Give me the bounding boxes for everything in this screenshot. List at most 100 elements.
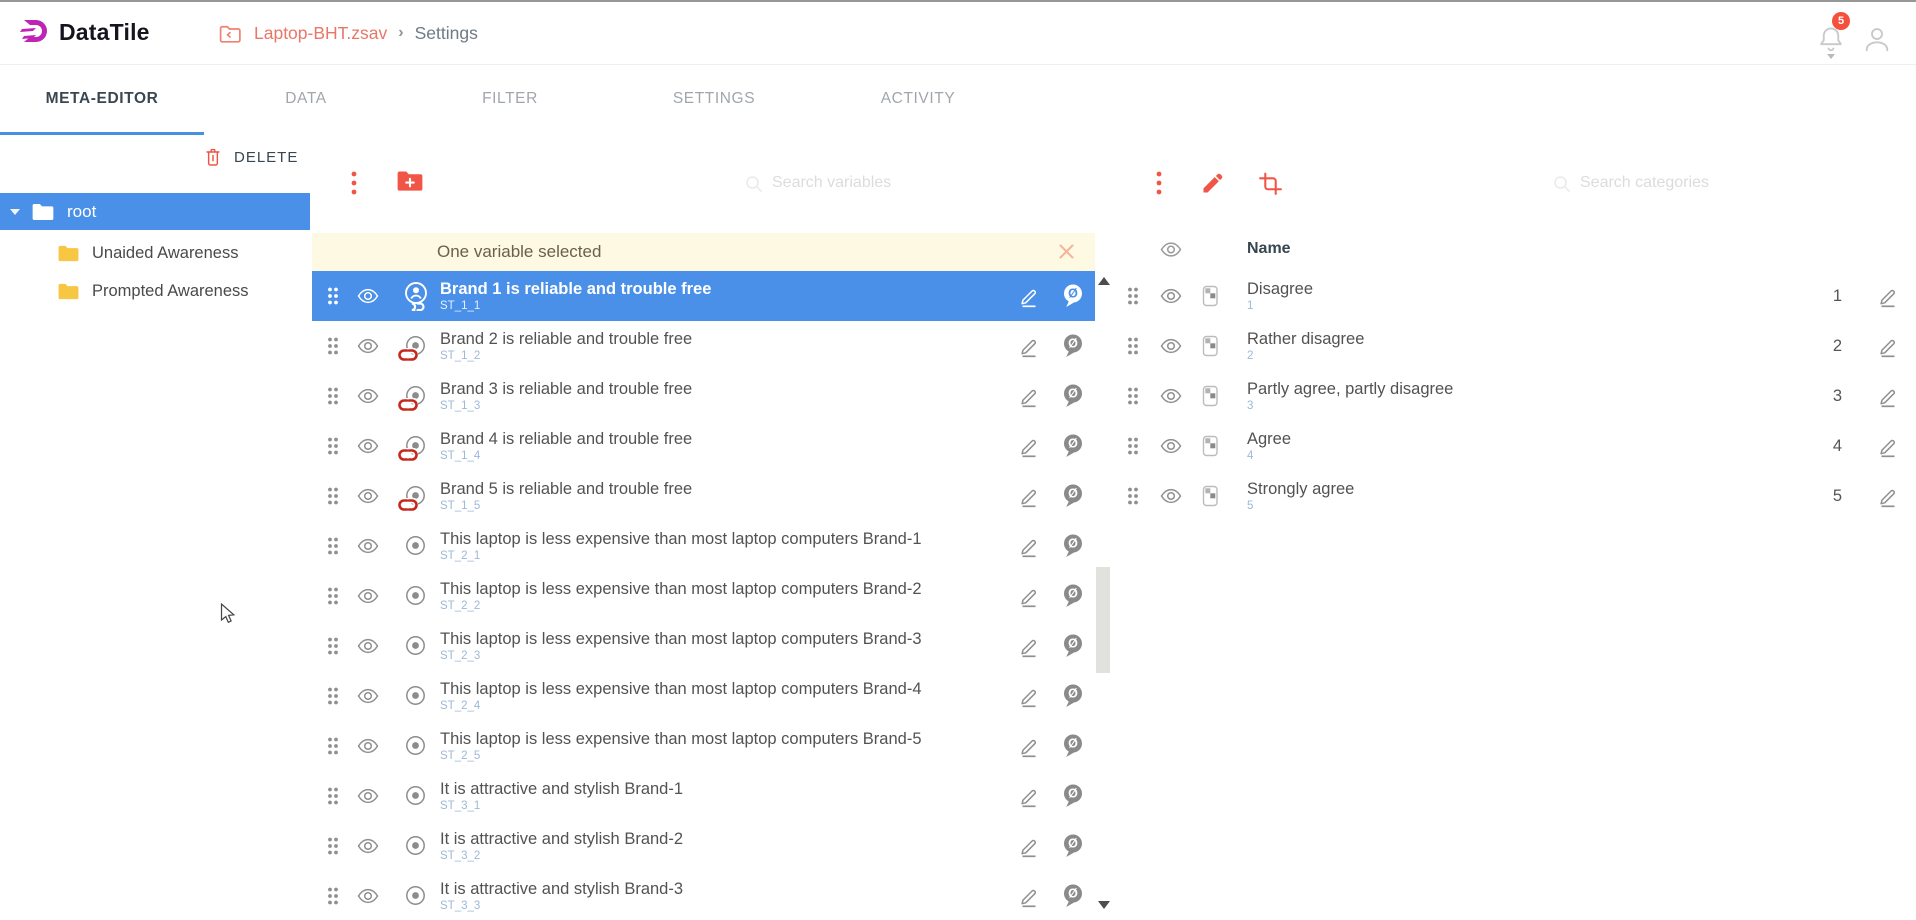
missing-values-icon[interactable]: Ø xyxy=(1063,784,1083,808)
tree-item-root[interactable]: root xyxy=(0,193,310,230)
visibility-eye-icon[interactable] xyxy=(357,388,379,405)
missing-values-icon[interactable]: Ø xyxy=(1063,334,1083,358)
category-row[interactable]: Rather disagree 2 2 xyxy=(1113,321,1916,371)
search-variables-input[interactable] xyxy=(770,166,1054,200)
visibility-eye-icon[interactable] xyxy=(1160,438,1182,455)
variable-row[interactable]: Brand 2 is reliable and trouble free ST_… xyxy=(312,321,1095,371)
category-pattern-icon[interactable] xyxy=(1198,383,1222,409)
visibility-eye-icon[interactable] xyxy=(357,788,379,805)
category-row[interactable]: Agree 4 4 xyxy=(1113,421,1916,471)
category-pattern-icon[interactable] xyxy=(1198,333,1222,359)
category-pattern-icon[interactable] xyxy=(1198,283,1222,309)
visibility-eye-icon[interactable] xyxy=(357,538,379,555)
variable-row[interactable]: This laptop is less expensive than most … xyxy=(312,721,1095,771)
drag-handle-icon[interactable] xyxy=(327,437,339,456)
edit-pencil-icon[interactable] xyxy=(1878,435,1898,458)
visibility-eye-icon[interactable] xyxy=(1160,288,1182,305)
category-row[interactable]: Strongly agree 5 5 xyxy=(1113,471,1916,521)
drag-handle-icon[interactable] xyxy=(1127,287,1139,306)
edit-pencil-icon[interactable] xyxy=(1878,485,1898,508)
tab-data[interactable]: DATA xyxy=(204,62,408,135)
edit-pencil-icon[interactable] xyxy=(1019,885,1039,908)
variable-row[interactable]: This laptop is less expensive than most … xyxy=(312,571,1095,621)
tab-filter[interactable]: FILTER xyxy=(408,62,612,135)
datatile-logo[interactable]: DataTile xyxy=(20,17,150,47)
edit-pencil-icon[interactable] xyxy=(1019,835,1039,858)
category-pattern-icon[interactable] xyxy=(1198,483,1222,509)
visibility-eye-icon[interactable] xyxy=(357,488,379,505)
missing-values-icon[interactable]: Ø xyxy=(1063,484,1083,508)
missing-values-icon[interactable]: Ø xyxy=(1063,284,1083,308)
drag-handle-icon[interactable] xyxy=(327,387,339,406)
drag-handle-icon[interactable] xyxy=(327,637,339,656)
variable-row[interactable]: This laptop is less expensive than most … xyxy=(312,671,1095,721)
delete-button[interactable]: DELETE xyxy=(203,146,298,168)
edit-pencil-icon[interactable] xyxy=(1019,585,1039,608)
variable-row[interactable]: Brand 5 is reliable and trouble free ST_… xyxy=(312,471,1095,521)
category-row[interactable]: Disagree 1 1 xyxy=(1113,271,1916,321)
missing-values-icon[interactable]: Ø xyxy=(1063,534,1083,558)
banner-close-icon[interactable] xyxy=(1058,243,1075,260)
edit-pencil-icon[interactable] xyxy=(1019,435,1039,458)
scrollbar-up-arrow[interactable] xyxy=(1098,277,1110,285)
visibility-eye-icon[interactable] xyxy=(1160,488,1182,505)
edit-pencil-icon[interactable] xyxy=(1019,385,1039,408)
drag-handle-icon[interactable] xyxy=(327,887,339,906)
drag-handle-icon[interactable] xyxy=(327,837,339,856)
variable-row[interactable]: Brand 3 is reliable and trouble free ST_… xyxy=(312,371,1095,421)
variable-row[interactable]: It is attractive and stylish Brand-3 ST_… xyxy=(312,871,1095,920)
drag-handle-icon[interactable] xyxy=(327,737,339,756)
tab-meta-editor[interactable]: META-EDITOR xyxy=(0,62,204,135)
edit-categories-pencil-icon[interactable] xyxy=(1200,170,1226,196)
edit-pencil-icon[interactable] xyxy=(1019,335,1039,358)
tab-settings[interactable]: SETTINGS xyxy=(612,62,816,135)
edit-pencil-icon[interactable] xyxy=(1019,635,1039,658)
caret-down-icon[interactable] xyxy=(10,209,20,215)
variable-row[interactable]: It is attractive and stylish Brand-2 ST_… xyxy=(312,821,1095,871)
variable-row[interactable]: This laptop is less expensive than most … xyxy=(312,521,1095,571)
drag-handle-icon[interactable] xyxy=(1127,437,1139,456)
visibility-eye-icon[interactable] xyxy=(357,588,379,605)
missing-values-icon[interactable]: Ø xyxy=(1063,734,1083,758)
visibility-eye-icon[interactable] xyxy=(357,688,379,705)
edit-pencil-icon[interactable] xyxy=(1019,735,1039,758)
missing-values-icon[interactable]: Ø xyxy=(1063,434,1083,458)
missing-values-icon[interactable]: Ø xyxy=(1063,384,1083,408)
variable-row[interactable]: This laptop is less expensive than most … xyxy=(312,621,1095,671)
tab-activity[interactable]: ACTIVITY xyxy=(816,62,1020,135)
missing-values-icon[interactable]: Ø xyxy=(1063,634,1083,658)
edit-pencil-icon[interactable] xyxy=(1019,785,1039,808)
edit-pencil-icon[interactable] xyxy=(1019,285,1039,308)
search-categories-input[interactable] xyxy=(1578,166,1862,200)
categories-more-menu-icon[interactable] xyxy=(1152,170,1166,196)
visibility-eye-icon[interactable] xyxy=(357,738,379,755)
scrollbar-thumb[interactable] xyxy=(1096,567,1110,673)
visibility-eye-icon[interactable] xyxy=(357,288,379,305)
missing-values-icon[interactable]: Ø xyxy=(1063,684,1083,708)
add-folder-icon[interactable] xyxy=(396,169,424,194)
variable-row[interactable]: It is attractive and stylish Brand-1 ST_… xyxy=(312,771,1095,821)
drag-handle-icon[interactable] xyxy=(327,587,339,606)
visibility-eye-icon[interactable] xyxy=(357,438,379,455)
visibility-eye-icon[interactable] xyxy=(357,888,379,905)
drag-handle-icon[interactable] xyxy=(1127,487,1139,506)
visibility-eye-icon[interactable] xyxy=(357,838,379,855)
drag-handle-icon[interactable] xyxy=(327,787,339,806)
missing-values-icon[interactable]: Ø xyxy=(1063,884,1083,908)
edit-pencil-icon[interactable] xyxy=(1019,485,1039,508)
edit-pencil-icon[interactable] xyxy=(1019,685,1039,708)
missing-values-icon[interactable]: Ø xyxy=(1063,584,1083,608)
visibility-eye-icon[interactable] xyxy=(1160,388,1182,405)
edit-pencil-icon[interactable] xyxy=(1878,335,1898,358)
drag-handle-icon[interactable] xyxy=(1127,387,1139,406)
visibility-eye-icon[interactable] xyxy=(357,338,379,355)
variable-row[interactable]: Brand 4 is reliable and trouble free ST_… xyxy=(312,421,1095,471)
scrollbar-down-arrow[interactable] xyxy=(1098,901,1110,909)
drag-handle-icon[interactable] xyxy=(327,537,339,556)
visibility-eye-icon[interactable] xyxy=(1160,241,1182,258)
edit-pencil-icon[interactable] xyxy=(1019,535,1039,558)
edit-pencil-icon[interactable] xyxy=(1878,285,1898,308)
visibility-eye-icon[interactable] xyxy=(357,638,379,655)
edit-pencil-icon[interactable] xyxy=(1878,385,1898,408)
variables-more-menu-icon[interactable] xyxy=(347,170,361,196)
